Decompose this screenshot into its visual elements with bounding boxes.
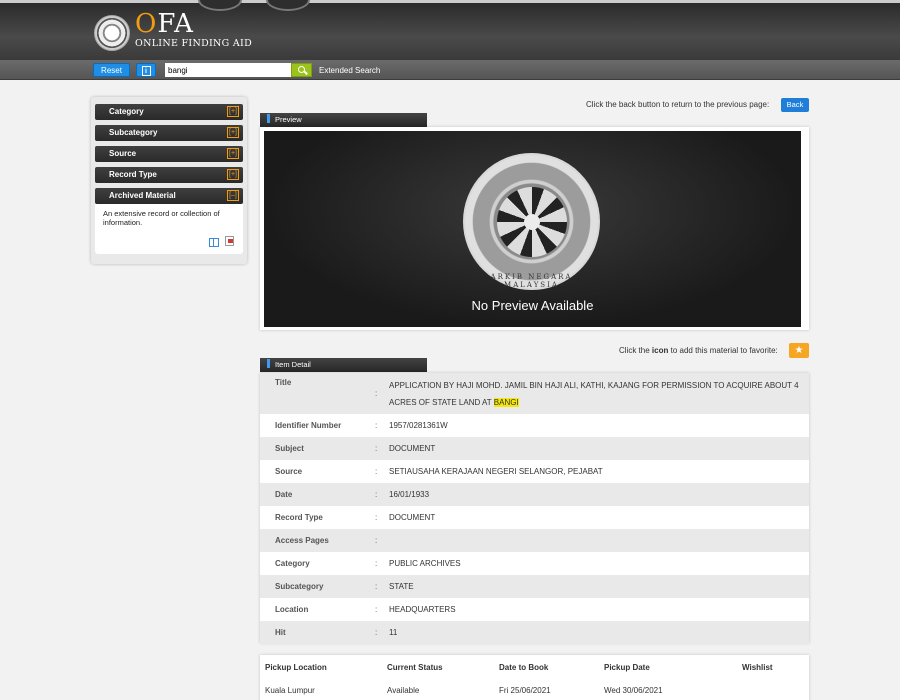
detail-row: Subject: DOCUMENT (260, 437, 809, 460)
filter-sidebar: Category [+] Subcategory [+] Source [+] Rec… (91, 97, 247, 264)
facet-category[interactable]: Category [+] (95, 104, 243, 120)
item-detail-heading: Item Detail (260, 358, 427, 372)
detail-row: Category: PUBLIC ARCHIVES (275, 559, 461, 568)
preview-heading: Preview (260, 113, 427, 127)
detail-row: Subcategory: STATE (260, 575, 809, 598)
search-input[interactable] (165, 63, 291, 77)
archive-emblem-icon[interactable] (94, 15, 130, 51)
facet-archived-material[interactable]: Archived Material [–] (95, 188, 243, 204)
preview-panel: ARKIB NEGARA MALAYSIA No Preview Availab… (260, 127, 809, 330)
info-button[interactable]: i (136, 63, 156, 77)
info-icon: i (141, 66, 151, 76)
column-header: Pickup Location (265, 663, 327, 672)
expand-icon[interactable]: [+] (227, 169, 239, 180)
ofa-logo[interactable]: OFA ONLINE FINDING AID (135, 11, 252, 49)
search-button[interactable] (291, 63, 312, 77)
archived-material-description: An extensive record or collection of inf… (103, 209, 220, 227)
preview-image: ARKIB NEGARA MALAYSIA No Preview Availab… (264, 131, 801, 327)
back-instruction: Click the back button to return to the p… (586, 100, 770, 109)
pickup-location-cell: Kuala Lumpur (265, 686, 315, 695)
expand-icon[interactable]: [+] (227, 106, 239, 117)
item-detail-table: Title : APPLICATION BY HAJI MOHD. JAMIL … (260, 373, 809, 644)
collapse-icon[interactable]: [–] (227, 190, 239, 201)
pickup-date-cell[interactable]: Wed 30/06/2021 (604, 686, 663, 695)
column-header: Wishlist (742, 663, 773, 672)
expand-icon[interactable]: [+] (227, 148, 239, 159)
column-header: Date to Book (499, 663, 549, 672)
facet-subcategory[interactable]: Subcategory [+] (95, 125, 243, 141)
facet-source[interactable]: Source [+] (95, 146, 243, 162)
detail-row: Access Pages: (260, 529, 809, 552)
favorite-instruction: Click the icon to add this material to f… (619, 346, 778, 355)
column-header: Pickup Date (604, 663, 650, 672)
extended-search-link[interactable]: Extended Search (319, 66, 380, 75)
arkib-negara-seal-icon: ARKIB NEGARA MALAYSIA (463, 153, 600, 290)
logo-o: O (135, 9, 158, 39)
facet-record-type[interactable]: Record Type [+] (95, 167, 243, 183)
reset-button[interactable]: Reset (93, 63, 130, 77)
header-decoration (198, 0, 242, 11)
pickup-table: Pickup Location Current Status Date to B… (260, 655, 809, 700)
column-header: Current Status (387, 663, 443, 672)
top-header: OFA ONLINE FINDING AID (0, 0, 900, 60)
favorite-star-button[interactable]: ★ (789, 343, 809, 358)
expand-icon[interactable]: [+] (227, 127, 239, 138)
detail-row-title: Title : APPLICATION BY HAJI MOHD. JAMIL … (260, 373, 809, 414)
detail-row: Hit:11 (260, 621, 809, 644)
status-cell: Available (387, 686, 420, 695)
date-to-book-cell[interactable]: Fri 25/06/2021 (499, 686, 551, 695)
star-icon: ★ (794, 345, 804, 356)
back-button[interactable]: Back (781, 98, 809, 112)
detail-row: Source: SETIAUSAHA KERAJAAN NEGERI SELANG… (275, 467, 603, 476)
detail-row: Identifier Number:1957/0281361W (275, 421, 448, 430)
search-bar: Reset i Extended Search (0, 60, 900, 80)
logo-letters: FA (157, 9, 194, 39)
pdf-icon[interactable] (225, 236, 234, 246)
view-icon[interactable] (209, 238, 219, 247)
search-highlight: BANGI (493, 397, 519, 407)
detail-row: Date:16/01/1933 (260, 483, 809, 506)
archived-material-panel: An extensive record or collection of inf… (95, 204, 243, 254)
no-preview-text: No Preview Available (471, 298, 594, 313)
detail-row: Record Type: DOCUMENT (275, 513, 436, 522)
seal-text: ARKIB NEGARA MALAYSIA (490, 273, 573, 289)
logo-subtitle: ONLINE FINDING AID (135, 38, 253, 49)
header-decoration (266, 0, 310, 11)
detail-row: Location: HEADQUARTERS (275, 605, 456, 614)
